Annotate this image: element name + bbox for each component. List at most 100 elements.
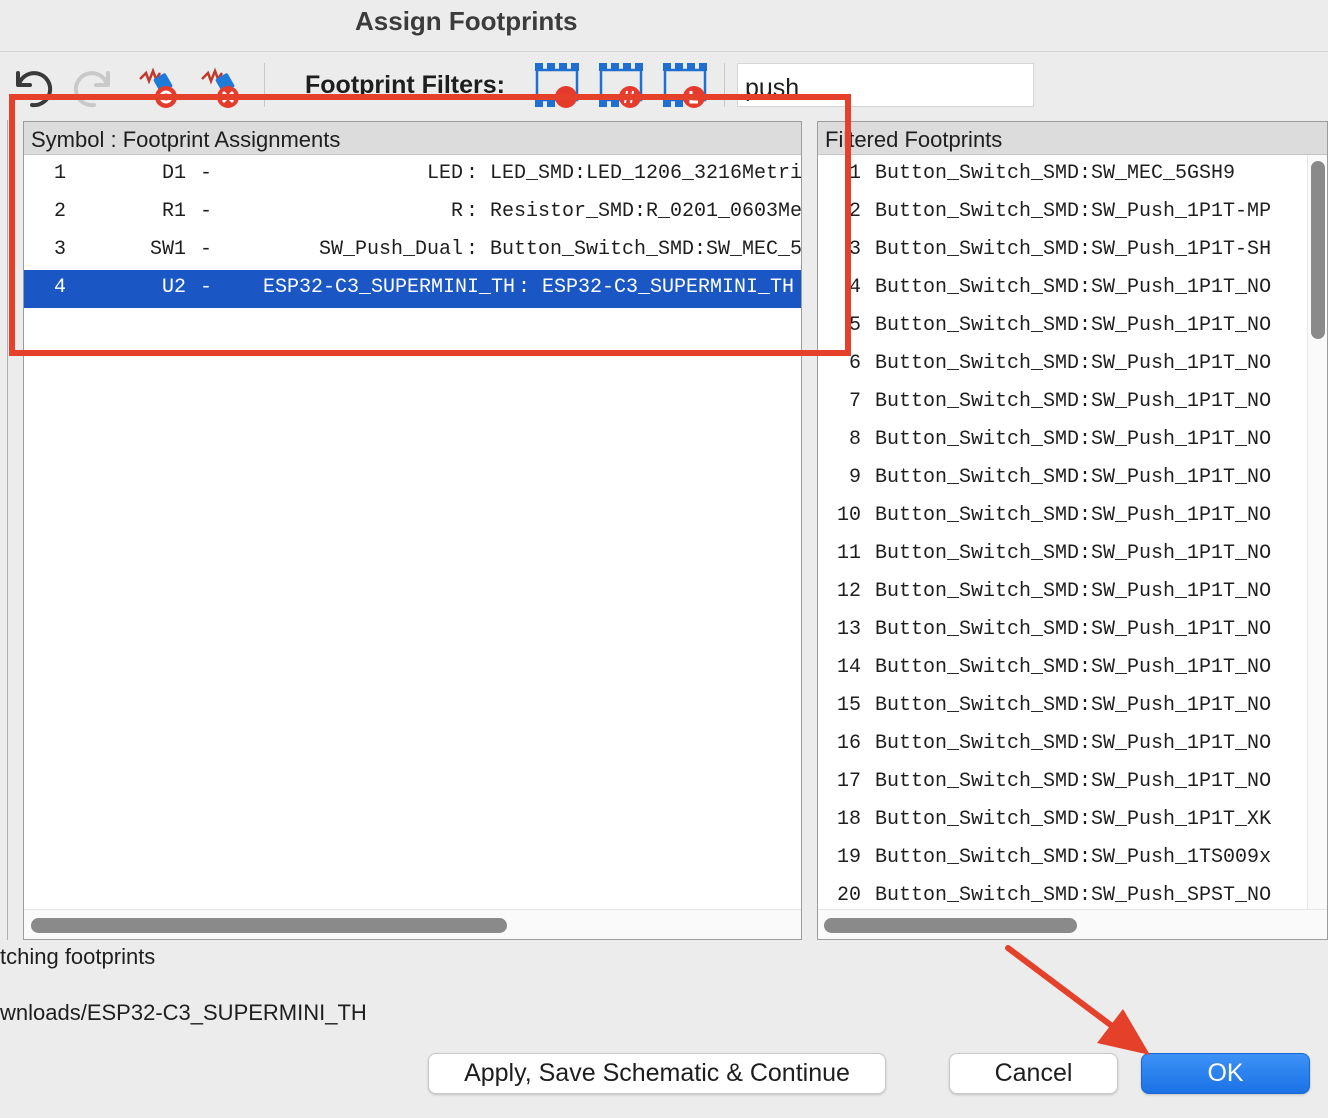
row-number: 4 — [848, 276, 861, 299]
assignments-horizontal-scrollbar[interactable] — [24, 909, 801, 939]
row-reference: U2 — [161, 276, 186, 299]
footprint-row[interactable]: 4 Button_Switch_SMD:SW_Push_1P1T_NO — [818, 270, 1308, 308]
row-number: 6 — [848, 352, 861, 375]
annotation-arrow-head — [1097, 1009, 1150, 1055]
apply-save-continue-button[interactable]: Apply, Save Schematic & Continue — [428, 1053, 886, 1094]
title-bar: Assign Footprints — [0, 0, 1328, 52]
footprint-name: Button_Switch_SMD:SW_Push_1P1T_NO — [875, 542, 1272, 565]
status-project-path: wnloads/ESP32-C3_SUPERMINI_TH — [0, 1000, 367, 1025]
row-number: 20 — [836, 884, 861, 907]
row-number: 1 — [848, 162, 861, 185]
row-reference: SW1 — [149, 238, 186, 261]
scrollbar-thumb[interactable] — [1311, 161, 1325, 339]
footprint-row[interactable]: 9 Button_Switch_SMD:SW_Push_1P1T_NO — [818, 460, 1308, 498]
footprint-row[interactable]: 13 Button_Switch_SMD:SW_Push_1P1T_NO — [818, 612, 1308, 650]
show-symbol-icon[interactable] — [136, 61, 184, 111]
row-separator: - — [200, 200, 213, 223]
footprint-row[interactable]: 7 Button_Switch_SMD:SW_Push_1P1T_NO — [818, 384, 1308, 422]
footprint-name: Button_Switch_SMD:SW_Push_1P1T_NO — [875, 618, 1272, 641]
footprint-name: Button_Switch_SMD:SW_Push_1P1T_NO — [875, 732, 1272, 755]
footprint-row[interactable]: 11 Button_Switch_SMD:SW_Push_1P1T_NO — [818, 536, 1308, 574]
ok-button[interactable]: OK — [1141, 1053, 1310, 1094]
row-number: 11 — [836, 542, 861, 565]
footprint-name: Button_Switch_SMD:SW_Push_1P1T_NO — [875, 276, 1272, 299]
cancel-button[interactable]: Cancel — [949, 1053, 1118, 1094]
filter-by-pin-count-icon[interactable] — [596, 61, 644, 111]
footprint-name: Button_Switch_SMD:SW_Push_1P1T_NO — [875, 352, 1272, 375]
row-footprint: : Resistor_SMD:R_0201_0603Metric — [466, 200, 802, 223]
footprint-filters-label: Footprint Filters: — [305, 71, 505, 99]
footprint-row[interactable]: 2 Button_Switch_SMD:SW_Push_1P1T-MP — [818, 194, 1308, 232]
row-number: 16 — [836, 732, 861, 755]
assignment-row[interactable]: 2 R1- R: Resistor_SMD:R_0201_0603Metric — [24, 194, 801, 232]
footprint-row[interactable]: 16 Button_Switch_SMD:SW_Push_1P1T_NO — [818, 726, 1308, 764]
footprint-name: Button_Switch_SMD:SW_Push_1P1T_XK — [875, 808, 1272, 831]
redo-icon[interactable] — [72, 61, 120, 111]
annotation-arrow-line — [1005, 945, 1115, 1029]
footprint-filter-input[interactable] — [737, 63, 1034, 107]
footprint-row[interactable]: 3 Button_Switch_SMD:SW_Push_1P1T-SH — [818, 232, 1308, 270]
footprint-row[interactable]: 8 Button_Switch_SMD:SW_Push_1P1T_NO — [818, 422, 1308, 460]
row-reference: R1 — [161, 200, 186, 223]
footprint-name: Button_Switch_SMD:SW_Push_1P1T_NO — [875, 656, 1272, 679]
symbol-footprint-assignments-panel: Symbol : Footprint Assignments 1 D1- LED: … — [23, 121, 802, 940]
row-number: 13 — [836, 618, 861, 641]
filtered-footprints-panel: Filtered Footprints 1 Button_Switch_SMD:S… — [817, 121, 1328, 940]
row-footprint: : Button_Switch_SMD:SW_MEC_5GSH9 — [466, 238, 802, 261]
row-symbol-value: ESP32-C3_SUPERMINI_TH — [262, 276, 515, 299]
footprint-row[interactable]: 19 Button_Switch_SMD:SW_Push_1TS009x — [818, 840, 1308, 878]
assignment-row[interactable]: 3 SW1- SW_Push_Dual: Button_Switch_SMD:SW_… — [24, 232, 801, 270]
footprint-row[interactable]: 10 Button_Switch_SMD:SW_Push_1P1T_NO — [818, 498, 1308, 536]
row-number: 10 — [836, 504, 861, 527]
filter-by-keywords-icon[interactable] — [532, 61, 580, 111]
row-separator: - — [200, 276, 213, 299]
row-number: 1 — [54, 162, 67, 185]
footprint-name: Button_Switch_SMD:SW_Push_1P1T_NO — [875, 694, 1272, 717]
row-footprint: : ESP32-C3_SUPERMINI_TH — [518, 276, 795, 299]
footprint-row[interactable]: 12 Button_Switch_SMD:SW_Push_1P1T_NO — [818, 574, 1308, 612]
footprint-name: Button_Switch_SMD:SW_Push_1P1T-MP — [875, 200, 1272, 223]
footprint-row[interactable]: 5 Button_Switch_SMD:SW_Push_1P1T_NO — [818, 308, 1308, 346]
footprint-row[interactable]: 1 Button_Switch_SMD:SW_MEC_5GSH9 — [818, 156, 1308, 194]
toolbar-separator — [264, 63, 265, 107]
row-number: 2 — [54, 200, 67, 223]
row-number: 4 — [54, 276, 67, 299]
row-number: 7 — [848, 390, 861, 413]
row-number: 5 — [848, 314, 861, 337]
footprint-name: Button_Switch_SMD:SW_Push_1TS009x — [875, 846, 1272, 869]
filtered-footprints-header: Filtered Footprints — [818, 122, 1327, 155]
scrollbar-thumb[interactable] — [824, 918, 1077, 933]
assignment-row[interactable]: 4 U2- ESP32-C3_SUPERMINI_TH: ESP32-C3_SUPE… — [24, 270, 801, 308]
footprint-name: Button_Switch_SMD:SW_MEC_5GSH9 — [875, 162, 1236, 185]
footprint-row[interactable]: 18 Button_Switch_SMD:SW_Push_1P1T_XK — [818, 802, 1308, 840]
footprint-name: Button_Switch_SMD:SW_Push_1P1T-SH — [875, 238, 1272, 261]
footprint-name: Button_Switch_SMD:SW_Push_1P1T_NO — [875, 504, 1272, 527]
footprint-row[interactable]: 14 Button_Switch_SMD:SW_Push_1P1T_NO — [818, 650, 1308, 688]
footprint-row[interactable]: 6 Button_Switch_SMD:SW_Push_1P1T_NO — [818, 346, 1308, 384]
filter-by-library-icon[interactable] — [660, 61, 708, 111]
row-number: 2 — [848, 200, 861, 223]
row-reference: D1 — [161, 162, 186, 185]
footprint-name: Button_Switch_SMD:SW_Push_SPST_NO — [875, 884, 1272, 907]
row-number: 9 — [848, 466, 861, 489]
footprint-row[interactable]: 17 Button_Switch_SMD:SW_Push_1P1T_NO — [818, 764, 1308, 802]
footprint-name: Button_Switch_SMD:SW_Push_1P1T_NO — [875, 580, 1272, 603]
row-number: 12 — [836, 580, 861, 603]
assignment-row[interactable]: 1 D1- LED: LED_SMD:LED_1206_3216Metric — [24, 156, 801, 194]
footprint-row[interactable]: 15 Button_Switch_SMD:SW_Push_1P1T_NO — [818, 688, 1308, 726]
toolbar-separator — [724, 63, 725, 107]
scrollbar-thumb[interactable] — [31, 918, 507, 933]
footprints-vertical-scrollbar[interactable] — [1307, 155, 1327, 909]
row-number: 19 — [836, 846, 861, 869]
footprint-name: Button_Switch_SMD:SW_Push_1P1T_NO — [875, 466, 1272, 489]
row-number: 3 — [54, 238, 67, 261]
row-symbol-value: LED — [426, 162, 463, 185]
row-number: 8 — [848, 428, 861, 451]
undo-icon[interactable] — [6, 61, 54, 111]
assignments-header: Symbol : Footprint Assignments — [24, 122, 801, 155]
row-number: 18 — [836, 808, 861, 831]
row-symbol-value: SW_Push_Dual — [318, 238, 463, 261]
row-separator: - — [200, 238, 213, 261]
delete-association-icon[interactable] — [198, 61, 246, 111]
footprints-horizontal-scrollbar[interactable] — [818, 909, 1327, 939]
